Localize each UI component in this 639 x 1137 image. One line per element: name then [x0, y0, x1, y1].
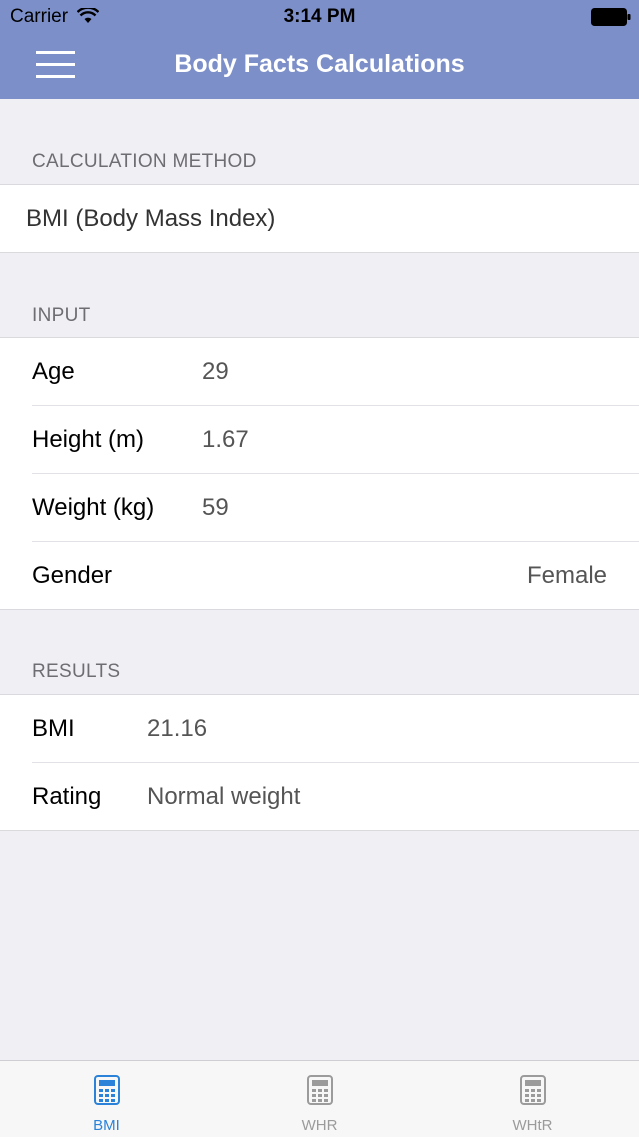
- bmi-value: 21.16: [147, 715, 208, 742]
- weight-label: Weight (kg): [32, 494, 155, 521]
- result-row-bmi: BMI 21.16: [32, 695, 639, 763]
- method-selector[interactable]: BMI (Body Mass Index): [0, 185, 639, 252]
- input-row-age[interactable]: Age 29: [32, 338, 639, 406]
- gender-value[interactable]: Female: [527, 562, 607, 590]
- results-group: BMI 21.16 Rating Normal weight: [0, 694, 639, 831]
- rating-value: Normal weight: [147, 783, 301, 810]
- weight-field[interactable]: 59: [202, 494, 229, 522]
- bmi-label: BMI: [32, 715, 75, 742]
- tab-whr[interactable]: WHR: [213, 1061, 426, 1137]
- tab-whr-label: WHR: [301, 1117, 338, 1134]
- method-group: BMI (Body Mass Index): [0, 184, 639, 253]
- input-row-gender[interactable]: Gender Female: [32, 542, 639, 609]
- status-time: 3:14 PM: [283, 6, 356, 27]
- method-value: BMI (Body Mass Index): [26, 205, 276, 232]
- calculator-icon: [93, 1075, 120, 1105]
- tab-bmi[interactable]: BMI: [0, 1061, 213, 1137]
- status-bar: Carrier 3:14 PM: [0, 0, 639, 34]
- age-field[interactable]: 29: [202, 358, 229, 386]
- tab-bar: BMI WHR WHtR: [0, 1060, 639, 1137]
- tab-whtr-label: WHtR: [512, 1117, 553, 1134]
- rating-label: Rating: [32, 783, 102, 810]
- height-field[interactable]: 1.67: [202, 426, 249, 454]
- input-group: Age 29 Height (m) 1.67 Weight (kg) 59 Ge…: [0, 337, 639, 610]
- navigation-header: Carrier 3:14 PM Body Facts Calculations: [0, 0, 639, 99]
- input-row-height[interactable]: Height (m) 1.67: [32, 406, 639, 474]
- section-header-input: INPUT: [32, 305, 91, 326]
- gender-label: Gender: [32, 562, 113, 589]
- calculator-icon: [519, 1075, 546, 1105]
- battery-icon: [591, 8, 631, 26]
- section-header-results: RESULTS: [32, 661, 121, 682]
- tab-bmi-label: BMI: [93, 1117, 120, 1134]
- tab-whtr[interactable]: WHtR: [426, 1061, 639, 1137]
- age-label: Age: [32, 358, 75, 385]
- section-header-method: CALCULATION METHOD: [32, 151, 257, 172]
- input-row-weight[interactable]: Weight (kg) 59: [32, 474, 639, 542]
- page-title: Body Facts Calculations: [174, 50, 465, 78]
- height-label: Height (m): [32, 426, 145, 453]
- result-row-rating: Rating Normal weight: [32, 763, 639, 830]
- calculator-icon: [306, 1075, 333, 1105]
